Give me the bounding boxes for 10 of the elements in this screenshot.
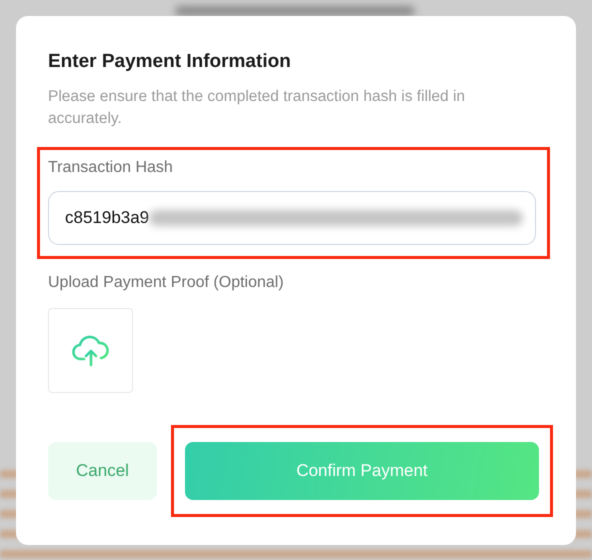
cloud-upload-icon (72, 334, 110, 368)
upload-button[interactable] (48, 308, 133, 393)
dialog-subtitle: Please ensure that the completed transaction hash is filled in accurately. (48, 87, 466, 129)
cancel-button[interactable]: Cancel (48, 442, 157, 500)
confirm-button[interactable]: Confirm Payment (185, 442, 539, 500)
input-field[interactable]: c8519b3a9 (48, 191, 536, 245)
field-value: c8519b3a9 (65, 208, 150, 228)
field-label: Transaction Hash (48, 159, 174, 177)
upload-label: Upload Payment Proof (Optional) (48, 274, 285, 292)
dialog-title: Enter Payment Information (48, 51, 292, 73)
